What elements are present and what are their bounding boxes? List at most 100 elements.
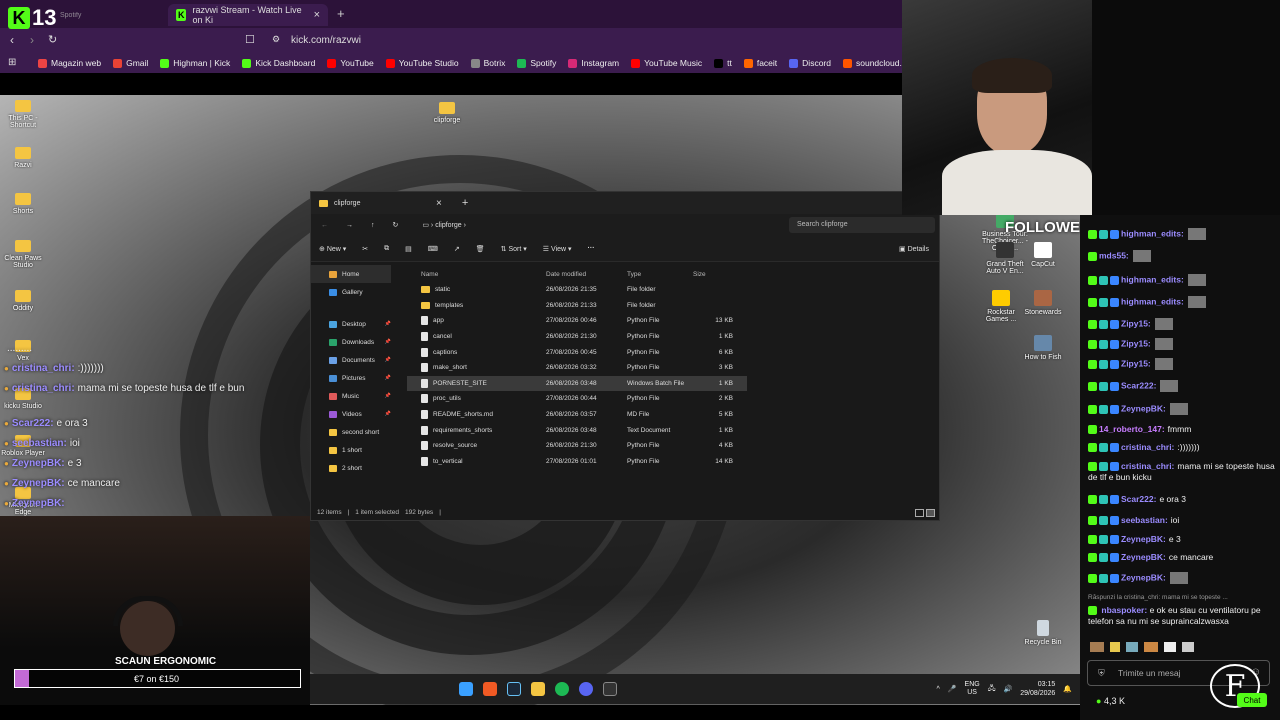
close-icon[interactable]: ×	[314, 9, 320, 21]
tab-spotify[interactable]: Spotify	[60, 4, 81, 26]
new-button[interactable]: ⊕ New ▾	[319, 245, 346, 253]
volume-icon[interactable]: 🔊	[1004, 685, 1013, 693]
bookmark-item[interactable]: Spotify	[517, 58, 556, 68]
discord-icon[interactable]	[579, 682, 593, 696]
spotify-icon[interactable]	[555, 682, 569, 696]
back-icon[interactable]: ←	[321, 222, 328, 229]
desktop-icon[interactable]: Rockstar Games ...	[978, 290, 1024, 323]
sidebar-item[interactable]: Home	[311, 265, 391, 283]
emote-icon[interactable]	[1144, 642, 1158, 652]
view-button[interactable]: ☰ View ▾	[543, 245, 572, 253]
bookmark-item[interactable]: faceit	[743, 58, 777, 68]
desktop-icon[interactable]: Shorts	[0, 193, 46, 215]
chat-username[interactable]: highman_edits:	[1121, 274, 1184, 284]
file-row[interactable]: PORNESTE_SITE 26/08/2026 03:48 Windows Bat…	[407, 375, 747, 392]
desktop-icon-clipforge[interactable]: clipforge	[424, 102, 470, 124]
chat-username[interactable]: nbaspoker:	[1101, 605, 1147, 615]
share-icon[interactable]: ↗	[454, 245, 460, 253]
url-text[interactable]: kick.com/razvwi	[291, 35, 361, 46]
bookmark-item[interactable]: Kick Dashboard	[242, 58, 315, 68]
bookmark-item[interactable]: Discord	[789, 58, 831, 68]
desktop-icon[interactable]: Oddity	[0, 290, 46, 312]
back-icon[interactable]: ‹	[10, 33, 14, 47]
sidebar-item[interactable]: Gallery	[311, 283, 391, 301]
bookmark-item[interactable]: Instagram	[568, 58, 619, 68]
emote-icon[interactable]	[1110, 642, 1120, 652]
details-button[interactable]: ▣ Details	[899, 245, 929, 253]
tiles-view-icon[interactable]	[926, 509, 935, 517]
forward-icon[interactable]: ›	[30, 33, 34, 47]
explorer-tab-title[interactable]: clipforge	[334, 200, 430, 207]
language-indicator[interactable]: ENG US	[965, 681, 980, 697]
desktop-icon[interactable]: CapCut	[1020, 242, 1066, 268]
emote-icon[interactable]	[1126, 642, 1138, 652]
network-icon[interactable]: 🖧	[988, 684, 996, 695]
emote-icon[interactable]	[1182, 642, 1194, 652]
chat-username[interactable]: highman_edits:	[1121, 228, 1184, 238]
refresh-icon[interactable]: ↻	[393, 221, 399, 229]
up-icon[interactable]: ↑	[371, 222, 375, 229]
chat-username[interactable]: Scar222:	[1121, 380, 1156, 390]
close-icon[interactable]: ×	[436, 198, 442, 209]
column-size[interactable]: Size	[693, 271, 733, 278]
file-row[interactable]: cancel 26/08/2026 21:30 Python File 1 KB	[407, 329, 747, 345]
breadcrumb-item[interactable]: clipforge	[435, 222, 461, 229]
bookmark-item[interactable]: YouTube Studio	[385, 58, 459, 68]
bookmark-icon[interactable]: ☐	[245, 33, 255, 46]
bookmark-item[interactable]: YouTube	[327, 58, 374, 68]
bookmark-item[interactable]: YouTube Music	[631, 58, 702, 68]
sidebar-item[interactable]: Desktop 📌	[311, 315, 391, 333]
file-row[interactable]: README_shorts.md 26/08/2026 03:57 MD File 5…	[407, 407, 747, 423]
chat-username[interactable]: ZeynepBK:	[1121, 552, 1166, 562]
bookmark-item[interactable]: Gmail	[113, 58, 148, 68]
desktop-icon[interactable]: This PC - Shortcut	[0, 100, 46, 129]
file-row[interactable]: app 27/08/2026 00:46 Python File 13 KB	[407, 313, 747, 329]
breadcrumb[interactable]: ▭ › clipforge ›	[422, 221, 466, 229]
chat-username[interactable]: ZeynepBK:	[1121, 572, 1166, 582]
chat-username[interactable]: mds55:	[1099, 250, 1129, 260]
rename-icon[interactable]: ⌨	[428, 245, 438, 253]
chevron-up-icon[interactable]: ^	[937, 686, 940, 693]
chat-username[interactable]: ZeynepBK:	[1121, 534, 1166, 544]
column-name[interactable]: Name	[407, 271, 546, 278]
chat-username[interactable]: Zipy15:	[1121, 338, 1151, 348]
site-info-icon[interactable]: ⚙	[272, 34, 280, 45]
desktop-icon[interactable]: Stonewards	[1020, 290, 1066, 316]
chat-username[interactable]: Zipy15:	[1121, 318, 1151, 328]
sidebar-item[interactable]: 2 short	[311, 459, 391, 477]
bookmark-item[interactable]: Highman | Kick	[160, 58, 230, 68]
chat-username[interactable]: seebastian:	[1121, 515, 1168, 525]
bookmark-item[interactable]: Magazin web	[38, 58, 101, 68]
details-view-icon[interactable]	[915, 509, 924, 517]
file-row[interactable]: resolve_source 26/08/2026 21:30 Python Fil…	[407, 438, 747, 454]
start-icon[interactable]	[459, 682, 473, 696]
chat-username[interactable]: Scar222:	[1121, 494, 1156, 504]
microphone-icon[interactable]: 🎤	[948, 685, 957, 693]
copy-icon[interactable]: ⧉	[384, 245, 389, 253]
new-tab-button[interactable]: +	[337, 6, 345, 21]
chat-username[interactable]: cristina_chri:	[1121, 461, 1174, 471]
sidebar-item[interactable]: 1 short	[311, 441, 391, 459]
sidebar-item[interactable]: Documents 📌	[311, 351, 391, 369]
sort-button[interactable]: ⇅ Sort ▾	[501, 245, 527, 253]
clock[interactable]: 03:15 29/08/2026	[1020, 680, 1055, 698]
desktop-icon[interactable]: How to Fish	[1020, 335, 1066, 361]
emote-bar[interactable]	[1090, 642, 1270, 654]
emote-icon[interactable]	[1164, 642, 1176, 652]
brave-icon[interactable]	[483, 682, 497, 696]
sidebar-item[interactable]: second short	[311, 423, 391, 441]
desktop-icon[interactable]: Clean Paws Studio	[0, 240, 46, 269]
more-button[interactable]: ···	[588, 245, 595, 252]
file-row[interactable]: templates 26/08/2026 21:33 File folder	[407, 298, 747, 314]
terminal-icon[interactable]	[603, 682, 617, 696]
reload-icon[interactable]: ↻	[48, 33, 57, 46]
file-row[interactable]: captions 27/08/2026 00:45 Python File 6 KB	[407, 344, 747, 360]
chat-username[interactable]: highman_edits:	[1121, 296, 1184, 306]
chat-username[interactable]: Zipy15:	[1121, 358, 1151, 368]
chat-send-button[interactable]: Chat	[1237, 693, 1267, 707]
delete-icon[interactable]: 🗑	[476, 245, 485, 253]
sidebar-item[interactable]: Music 📌	[311, 387, 391, 405]
steam-icon[interactable]	[507, 682, 521, 696]
chat-username[interactable]: ZeynepBK:	[1121, 403, 1166, 413]
shield-icon[interactable]: ⛨	[1098, 668, 1105, 679]
